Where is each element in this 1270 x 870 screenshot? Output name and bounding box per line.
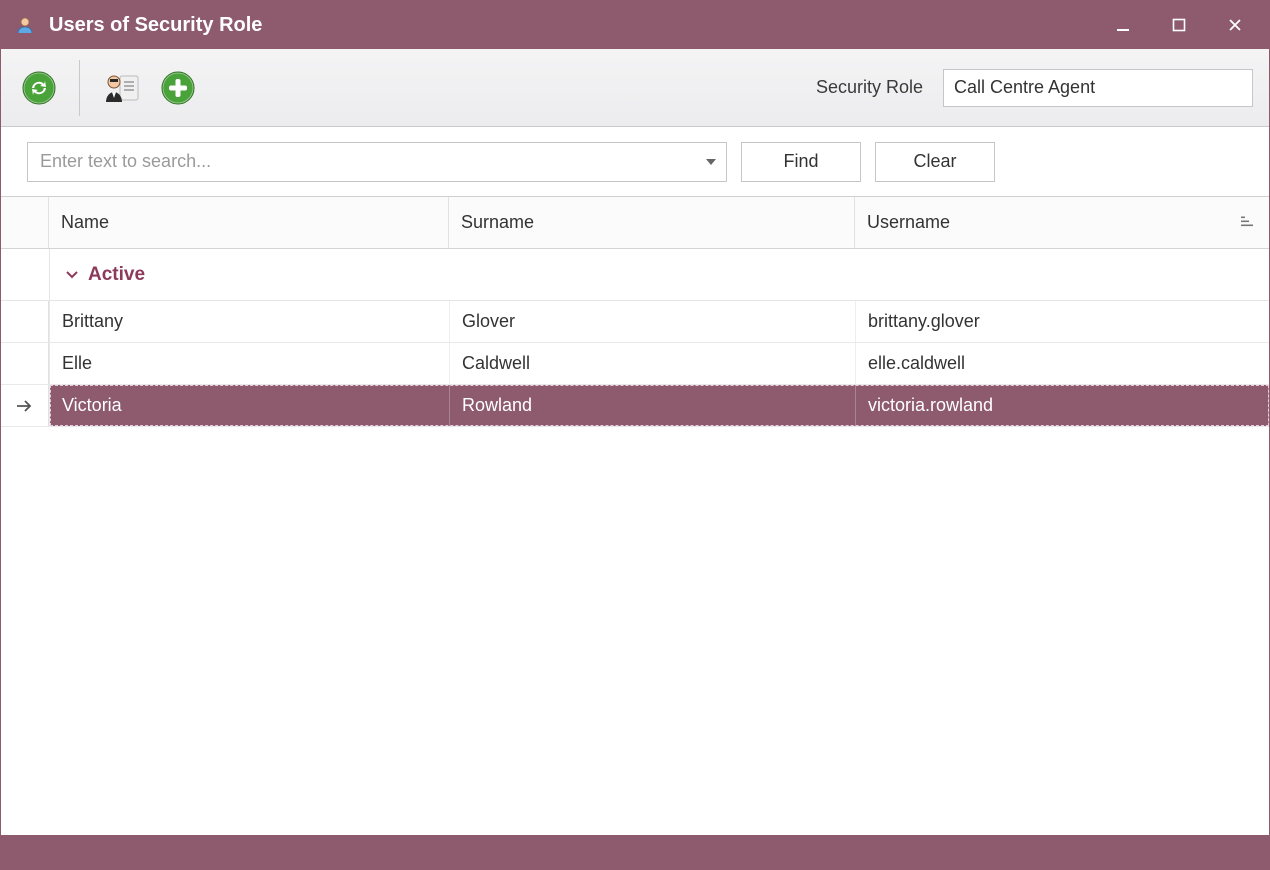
table-row[interactable]: VictoriaRowlandvictoria.rowland	[1, 385, 1269, 427]
grid: Name Surname Username	[1, 197, 1269, 835]
minimize-button[interactable]	[1095, 1, 1151, 49]
group-row-indicator	[1, 249, 49, 300]
user-icon	[15, 15, 35, 35]
group-label: Active	[88, 264, 145, 286]
search-strip: Find Clear	[1, 127, 1269, 197]
group-row-active[interactable]: Active	[1, 249, 1269, 301]
row-body: BrittanyGloverbrittany.glover	[49, 301, 1269, 342]
grid-header: Name Surname Username	[1, 197, 1269, 249]
search-dropdown-button[interactable]	[694, 143, 726, 181]
column-header-name[interactable]: Name	[49, 197, 449, 248]
row-indicator	[1, 343, 49, 384]
table-row[interactable]: BrittanyGloverbrittany.glover	[1, 301, 1269, 343]
sort-ascending-icon	[1241, 212, 1255, 233]
add-button[interactable]	[156, 66, 200, 110]
toolbar-separator	[79, 60, 80, 116]
column-header-surname[interactable]: Surname	[449, 197, 855, 248]
security-role-field[interactable]: Call Centre Agent	[943, 69, 1253, 107]
row-body: VictoriaRowlandvictoria.rowland	[49, 385, 1269, 426]
chevron-down-icon[interactable]	[64, 267, 80, 283]
user-details-button[interactable]	[98, 66, 146, 110]
clear-button[interactable]: Clear	[875, 142, 995, 182]
current-row-arrow-icon	[16, 399, 34, 413]
cell-username[interactable]: victoria.rowland	[856, 385, 1269, 426]
titlebar: Users of Security Role	[1, 1, 1269, 49]
column-header-username-label: Username	[867, 212, 950, 233]
table-row[interactable]: ElleCaldwellelle.caldwell	[1, 343, 1269, 385]
find-button[interactable]: Find	[741, 142, 861, 182]
row-indicator	[1, 385, 49, 426]
cell-name[interactable]: Brittany	[50, 301, 450, 342]
window-title: Users of Security Role	[49, 14, 262, 37]
security-role-value: Call Centre Agent	[954, 77, 1095, 98]
close-button[interactable]	[1207, 1, 1263, 49]
row-indicator	[1, 301, 49, 342]
search-wrap	[27, 142, 727, 182]
refresh-button[interactable]	[17, 66, 61, 110]
column-header-username[interactable]: Username	[855, 197, 1269, 248]
cell-name[interactable]: Victoria	[50, 385, 450, 426]
cell-surname[interactable]: Caldwell	[450, 343, 856, 384]
cell-name[interactable]: Elle	[50, 343, 450, 384]
cell-surname[interactable]: Glover	[450, 301, 856, 342]
row-body: ElleCaldwellelle.caldwell	[49, 343, 1269, 384]
security-role-label: Security Role	[816, 77, 923, 98]
cell-username[interactable]: elle.caldwell	[856, 343, 1269, 384]
grid-body: Active BrittanyGloverbrittany.gloverElle…	[1, 249, 1269, 835]
maximize-button[interactable]	[1151, 1, 1207, 49]
window: Users of Security Role	[0, 0, 1270, 870]
group-row-content: Active	[49, 249, 1269, 300]
cell-surname[interactable]: Rowland	[450, 385, 856, 426]
status-bar	[1, 835, 1269, 869]
toolbar: Security Role Call Centre Agent	[1, 49, 1269, 127]
row-indicator-header	[1, 197, 49, 248]
cell-username[interactable]: brittany.glover	[856, 301, 1269, 342]
search-input[interactable]	[28, 151, 694, 172]
